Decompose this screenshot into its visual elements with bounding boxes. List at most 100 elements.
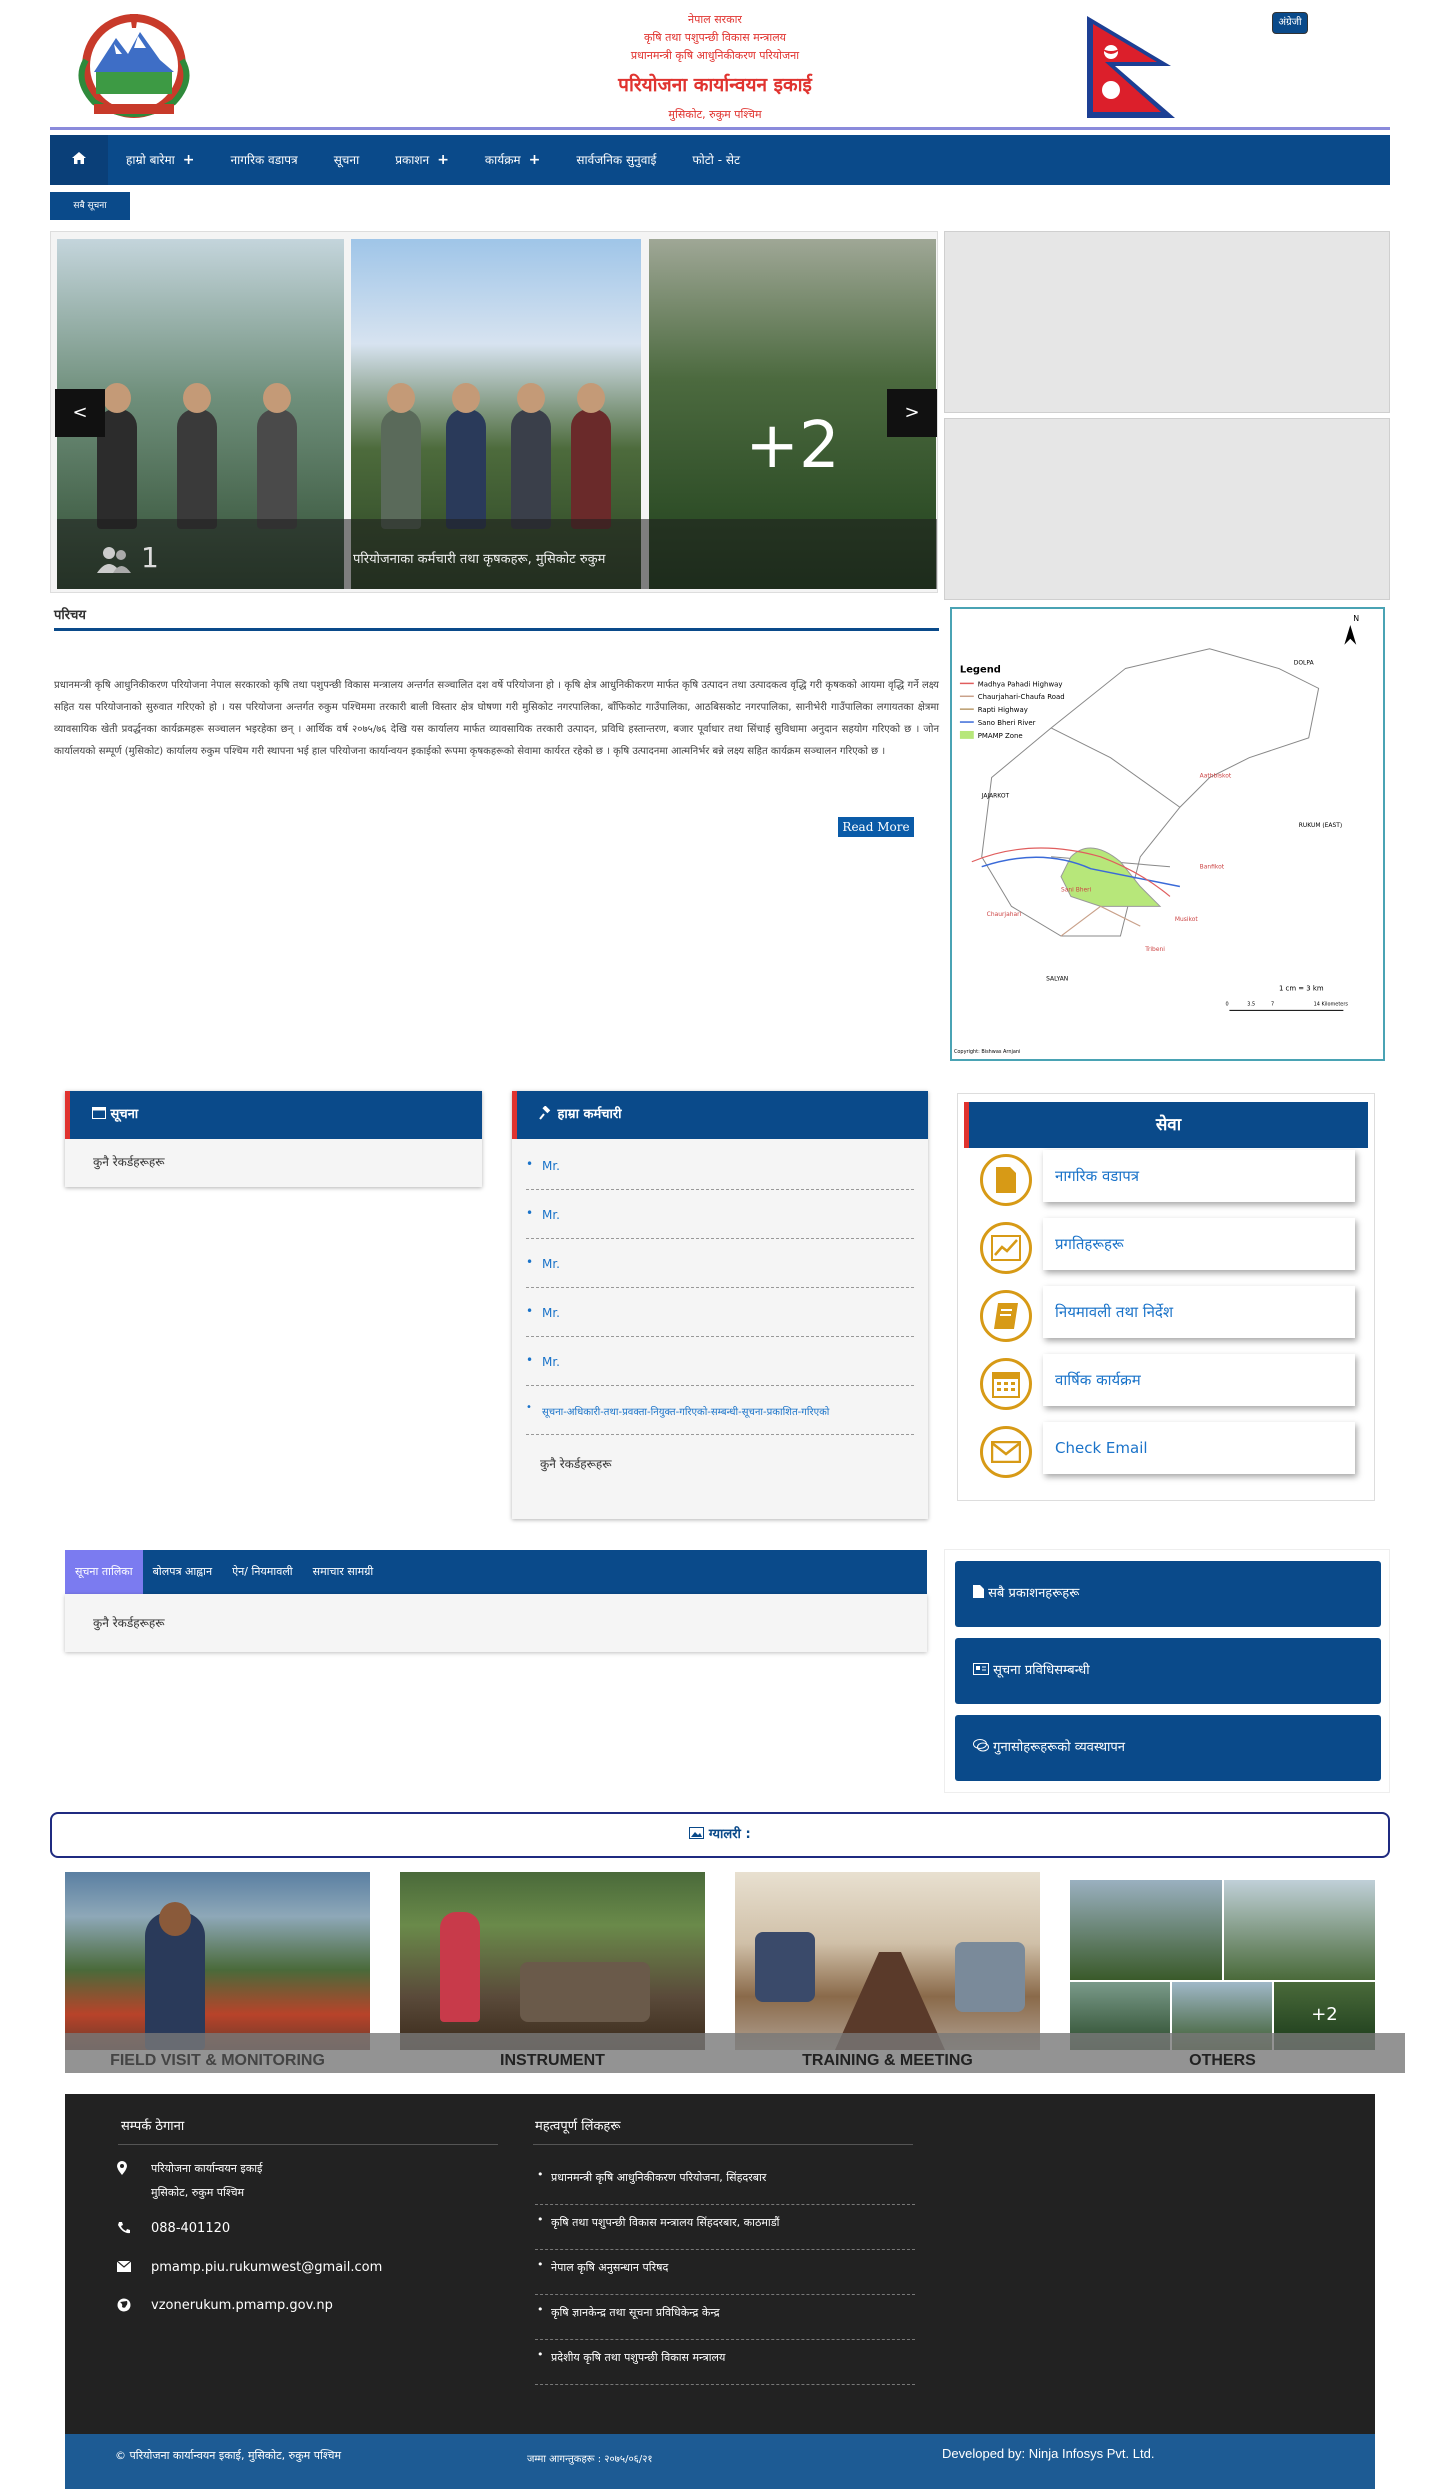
notices-panel-title: सूचना [110, 1107, 139, 1122]
nav-item-label: सार्वजनिक सुनुवाई [576, 153, 657, 167]
gallery-image-instrument[interactable] [400, 1872, 705, 2050]
map-legend: Madhya Pahadi Highway Chaurjahari-Chaufa… [959, 680, 1065, 740]
chart-icon [980, 1222, 1032, 1274]
slider-next-button[interactable]: > [887, 389, 937, 437]
government-emblem-logo [64, 10, 204, 122]
legend-item: Chaurjahari-Chaufa Road [978, 693, 1065, 701]
footer-email-address[interactable]: pmamp.piu.rukumwest@gmail.com [151, 2260, 382, 2275]
it-related-button[interactable]: सूचना प्रविधिसम्बन्धी [955, 1638, 1381, 1704]
main-navigation: हाम्रो बारेमा + नागरिक वडापत्र सूचना प्रक… [50, 135, 1390, 185]
service-label: Check Email [1043, 1422, 1355, 1474]
footer-link[interactable]: कृषि ज्ञानकेन्द्र तथा सूचना प्रविधिकेन्द… [535, 2295, 915, 2340]
footer-website-url[interactable]: vzonerukum.pmamp.gov.np [151, 2298, 333, 2313]
staff-panel-header: हाम्रा कर्मचारी [512, 1091, 928, 1139]
developer-credit-link[interactable]: Developed by: Ninja Infosys Pvt. Ltd. [942, 2446, 1154, 2461]
staff-list-item[interactable]: Mr. [526, 1239, 914, 1288]
nav-item-public-hearing[interactable]: सार्वजनिक सुनुवाई [558, 135, 674, 185]
tab-notice-table[interactable]: सूचना तालिका [65, 1550, 143, 1594]
tab-acts-rules[interactable]: ऐन/ नियमावली [222, 1550, 303, 1594]
header-line-project: प्रधानमन्त्री कृषि आधुनिकीकरण परियोजना [630, 49, 800, 62]
map-label: DOLPA [1294, 660, 1315, 667]
footer-contact-title: सम्पर्क ठेगाना [121, 2119, 185, 2134]
comments-icon [973, 1739, 989, 1755]
photo-slider: +2 1 परियोजनाका कर्मचारी तथा कृषकहरू, मु… [50, 231, 938, 593]
north-label: N [1353, 614, 1359, 623]
phone-icon [117, 2221, 137, 2239]
footer-links-title: महत्वपूर्ण लिंकहरू [535, 2119, 621, 2134]
all-publications-button[interactable]: सबै प्रकाशनहरूहरू [955, 1561, 1381, 1627]
nav-item-publication[interactable]: प्रकाशन + [377, 135, 467, 185]
staff-list-item[interactable]: Mr. [526, 1337, 914, 1386]
footer-office-name: परियोजना कार्यान्वयन इकाई [151, 2162, 263, 2175]
gavel-icon [539, 1105, 558, 1122]
map-label: Banfikot [1200, 864, 1225, 871]
north-arrow-icon [1344, 624, 1357, 645]
header-title-block: नेपाल सरकार कृषि तथा पशुपन्छी विकास मन्त… [450, 12, 980, 122]
language-toggle-button[interactable]: अंग्रेजी [1272, 12, 1308, 34]
footer-link[interactable]: प्रदेशीय कृषि तथा पशुपन्छी विकास मन्त्रा… [535, 2340, 915, 2385]
expand-plus-icon: + [182, 152, 195, 168]
nav-item-label: कार्यक्रम [484, 153, 521, 167]
grievance-button[interactable]: गुनासोहरूहरूको व्यवस्थापन [955, 1715, 1381, 1781]
notice-tabs: सूचना तालिका बोलपत्र आह्वान ऐन/ नियमावली… [65, 1550, 927, 1594]
all-notices-button[interactable]: सबै सूचना [50, 192, 130, 220]
legend-item: Rapti Highway [978, 706, 1028, 714]
gallery-label: OTHERS [1189, 2052, 1256, 2069]
scale-tick: 0 [1225, 1001, 1228, 1007]
service-item-annual-program[interactable]: वार्षिक कार्यक्रम [980, 1354, 1355, 1410]
footer-phone-number[interactable]: 088-401120 [151, 2221, 230, 2236]
staff-list-item[interactable]: सूचना-अधिकारी-तथा-प्रवक्ता-नियुक्त-गरिएक… [526, 1386, 914, 1435]
footer-divider [533, 2144, 913, 2145]
copyright-bar: © परियोजना कार्यान्वयन इकाई, मुसिकोट, रु… [65, 2434, 1375, 2489]
footer-office-address: मुसिकोट, रुकुम पश्चिम [151, 2186, 245, 2199]
quick-link-label: गुनासोहरूहरूको व्यवस्थापन [993, 1740, 1125, 1755]
scale-tick: 7 [1271, 1001, 1274, 1007]
tab-bid-invitation[interactable]: बोलपत्र आह्वान [143, 1550, 222, 1594]
slider-prev-button[interactable]: < [55, 389, 105, 437]
service-item-citizen-charter[interactable]: नागरिक वडापत्र [980, 1150, 1355, 1206]
footer-link[interactable]: प्रधानमन्त्री कृषि आधुनिकीकरण परियोजना, … [535, 2160, 915, 2205]
nav-item-notice[interactable]: सूचना [316, 135, 378, 185]
map-label: Sani Bheri [1061, 886, 1092, 893]
header-line-ministry: कृषि तथा पशुपन्छी विकास मन्त्रालय [643, 31, 787, 44]
staff-list-item[interactable]: Mr. [526, 1190, 914, 1239]
notices-panel: सूचना कुनै रेकर्डहरूहरू [65, 1091, 482, 1187]
staff-panel-title: हाम्रा कर्मचारी [557, 1107, 622, 1122]
home-icon [72, 152, 86, 167]
gallery-image-training-meeting[interactable] [735, 1872, 1040, 2050]
map-label: Aathbiskot [1200, 773, 1232, 780]
tab-news[interactable]: समाचार सामग्री [303, 1550, 384, 1594]
staff-empty-text: कुनै रेकर्डहरूहरू [540, 1457, 612, 1471]
newspaper-icon [973, 1663, 989, 1678]
tab-content-empty: कुनै रेकर्डहरूहरू [65, 1594, 927, 1652]
service-item-check-email[interactable]: Check Email [980, 1422, 1355, 1478]
footer-link[interactable]: कृषि तथा पशुपन्छी विकास मन्त्रालय सिंहदर… [535, 2205, 915, 2250]
service-label: वार्षिक कार्यक्रम [1043, 1354, 1355, 1406]
side-placeholder-box-bottom [944, 418, 1390, 600]
users-icon [97, 541, 131, 574]
staff-panel: हाम्रा कर्मचारी Mr. Mr. Mr. Mr. Mr. सूचन… [512, 1091, 928, 1519]
legend-item: Sano Bheri River [978, 719, 1036, 727]
nav-item-about[interactable]: हाम्रो बारेमा + [108, 135, 212, 185]
site-header: नेपाल सरकार कृषि तथा पशुपन्छी विकास मन्त… [50, 0, 1390, 130]
footer-link[interactable]: नेपाल कृषि अनुसन्धान परिषद [535, 2250, 915, 2295]
nepal-flag-icon [1085, 14, 1180, 122]
staff-list-item[interactable]: Mr. [526, 1141, 914, 1190]
nav-item-programs[interactable]: कार्यक्रम + [467, 135, 558, 185]
gallery-image-others[interactable]: +2 [1070, 1872, 1375, 2050]
service-label: नियमावली तथा निर्देश [1043, 1286, 1355, 1338]
nav-home-link[interactable] [50, 135, 108, 185]
gallery-image-field-visit[interactable] [65, 1872, 370, 2050]
nav-item-photo-set[interactable]: फोटो - सेट [674, 135, 758, 185]
service-item-rules[interactable]: नियमावली तथा निर्देश [980, 1286, 1355, 1342]
service-item-progress[interactable]: प्रगतिहरूहरू [980, 1218, 1355, 1274]
nav-item-citizen-charter[interactable]: नागरिक वडापत्र [212, 135, 315, 185]
staff-list: Mr. Mr. Mr. Mr. Mr. सूचना-अधिकारी-तथा-प्… [512, 1139, 928, 1435]
map-label: RUKUM (EAST) [1299, 822, 1342, 829]
gallery-more-count: +2 [1311, 2004, 1338, 2025]
staff-list-item[interactable]: Mr. [526, 1288, 914, 1337]
read-more-button[interactable]: Read More [838, 817, 914, 837]
footer-divider [118, 2144, 498, 2145]
copyright-text: © परियोजना कार्यान्वयन इकाई, मुसिकोट, रु… [115, 2449, 342, 2462]
document-icon [980, 1154, 1032, 1206]
